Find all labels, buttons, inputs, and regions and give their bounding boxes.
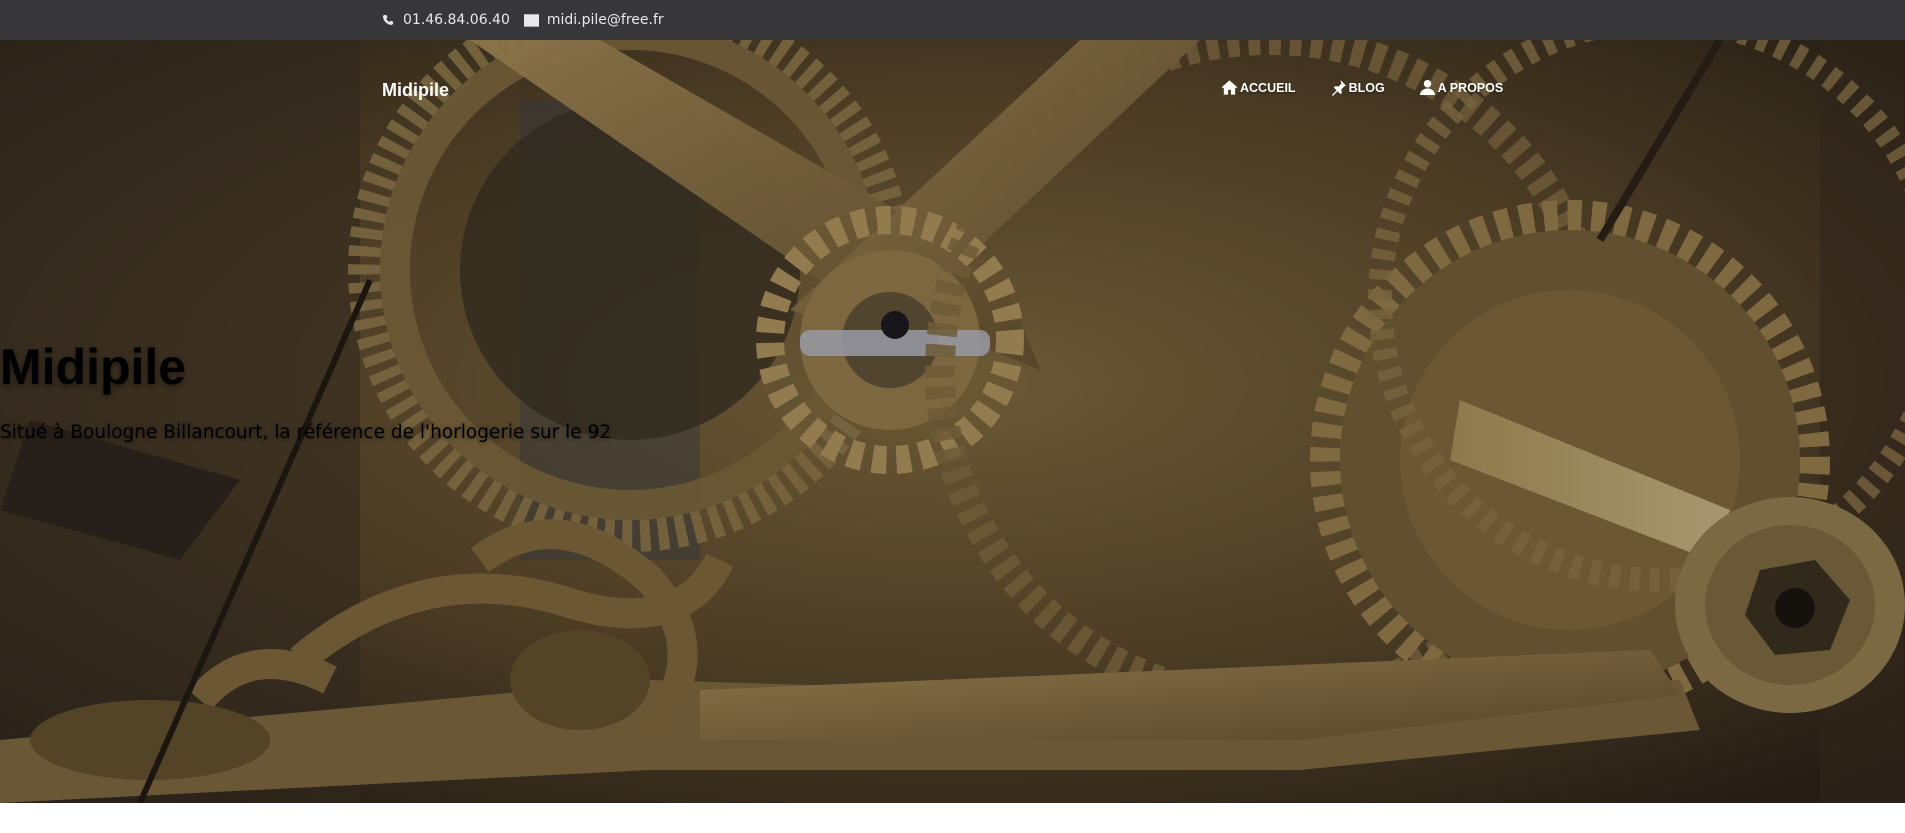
phone-number: 01.46.84.06.40 xyxy=(403,12,510,28)
phone-icon xyxy=(382,14,394,25)
user-icon xyxy=(1419,79,1435,96)
envelope-icon xyxy=(523,13,539,27)
pin-icon xyxy=(1331,79,1346,96)
top-contact-bar: 01.46.84.06.40 midi.pile@free.fr xyxy=(0,0,1905,40)
email-contact[interactable]: midi.pile@free.fr xyxy=(523,12,664,28)
nav-item-blog[interactable]: BLOG xyxy=(1330,79,1385,96)
phone-contact[interactable]: 01.46.84.06.40 xyxy=(382,12,510,28)
hero-title: Midipile xyxy=(0,339,187,395)
nav-item-a-propos[interactable]: A PROPOS xyxy=(1419,79,1504,96)
nav-label-a-propos: A PROPOS xyxy=(1437,80,1504,95)
email-address: midi.pile@free.fr xyxy=(546,12,664,28)
nav-label-blog: BLOG xyxy=(1348,80,1385,95)
nav-menu: ACCUEIL BLOG A PROPOS xyxy=(1221,79,1503,96)
site-brand[interactable]: Midipile xyxy=(382,80,449,101)
page-content-start xyxy=(0,803,1905,833)
nav-item-accueil[interactable]: ACCUEIL xyxy=(1221,79,1296,96)
home-icon xyxy=(1221,80,1238,95)
hero-subtitle: Situé à Boulogne Billancourt, la référen… xyxy=(0,422,612,443)
nav-label-accueil: ACCUEIL xyxy=(1240,80,1296,95)
